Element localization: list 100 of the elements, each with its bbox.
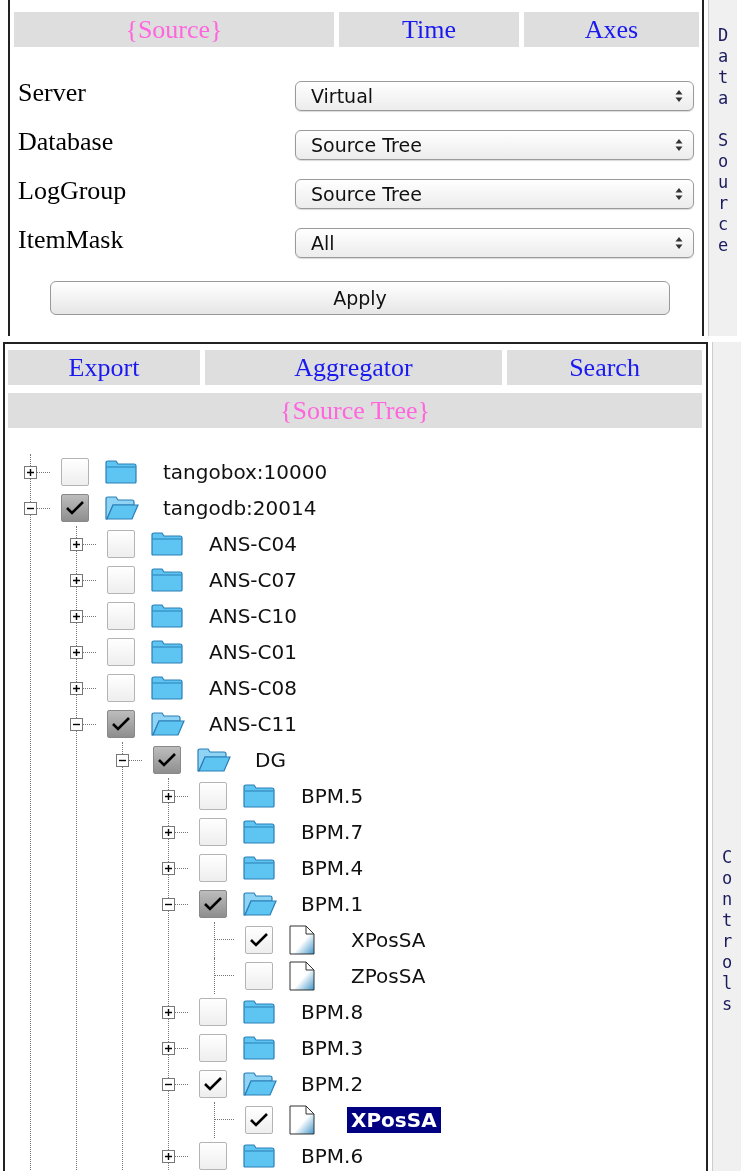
field-label: ItemMask — [17, 224, 125, 255]
open-folder-icon — [105, 496, 139, 520]
checkbox[interactable] — [199, 1034, 227, 1062]
tree-item[interactable]: ANS-C10 — [205, 603, 301, 629]
open-folder-icon — [197, 748, 231, 772]
folder-icon — [151, 640, 183, 664]
tab[interactable]: Time — [339, 12, 519, 47]
file-icon — [289, 925, 315, 955]
folder-icon — [243, 1036, 275, 1060]
tree-item[interactable]: BPM.8 — [297, 999, 368, 1025]
expand-icon[interactable] — [70, 645, 83, 659]
collapse-icon[interactable] — [162, 1077, 175, 1091]
tab[interactable]: Axes — [524, 12, 699, 47]
apply-button[interactable]: Apply — [50, 281, 670, 315]
dropdown[interactable]: Source Tree — [295, 178, 694, 209]
check-icon — [203, 896, 223, 912]
open-folder-icon — [243, 1072, 277, 1096]
open-folder-icon — [151, 712, 185, 736]
folder-icon — [243, 856, 275, 880]
check-icon — [249, 932, 269, 948]
checkbox[interactable] — [107, 710, 135, 738]
tree-item[interactable]: BPM.3 — [297, 1035, 368, 1061]
checkbox[interactable] — [199, 854, 227, 882]
folder-icon — [243, 784, 275, 808]
checkbox[interactable] — [61, 494, 89, 522]
folder-icon — [151, 604, 183, 628]
tree-item[interactable]: DG — [251, 747, 290, 773]
checkbox[interactable] — [199, 1070, 227, 1098]
field-label: Database — [17, 126, 115, 157]
expand-icon[interactable] — [162, 789, 175, 803]
tree-item[interactable]: ANS-C04 — [205, 531, 301, 557]
tree-item[interactable]: tangodb:20014 — [159, 495, 321, 521]
folder-icon — [243, 1144, 275, 1168]
checkbox[interactable] — [61, 458, 89, 486]
check-icon — [157, 752, 177, 768]
check-icon — [203, 1076, 223, 1092]
collapse-icon[interactable] — [162, 897, 175, 911]
collapse-icon[interactable] — [116, 753, 129, 767]
field-label: Server — [17, 77, 87, 108]
checkbox[interactable] — [199, 998, 227, 1026]
dropdown[interactable]: Virtual — [295, 80, 694, 111]
checkbox[interactable] — [199, 818, 227, 846]
checkbox[interactable] — [199, 890, 227, 918]
folder-icon — [105, 460, 137, 484]
tree-item[interactable]: BPM.7 — [297, 819, 368, 845]
tree-item[interactable]: tangobox:10000 — [159, 459, 332, 485]
tree-item[interactable]: ANS-C11 — [205, 711, 301, 737]
expand-icon[interactable] — [162, 1005, 175, 1019]
expand-icon[interactable] — [70, 681, 83, 695]
checkbox[interactable] — [245, 1106, 273, 1134]
tab[interactable]: Search — [507, 350, 703, 385]
tree-item[interactable]: BPM.6 — [297, 1143, 368, 1169]
folder-icon — [151, 532, 183, 556]
expand-icon[interactable] — [70, 537, 83, 551]
expand-icon[interactable] — [70, 573, 83, 587]
checkbox[interactable] — [107, 530, 135, 558]
collapse-icon[interactable] — [70, 717, 83, 731]
expand-icon[interactable] — [162, 1149, 175, 1163]
tree-item[interactable]: XPosSA — [347, 1107, 441, 1133]
collapse-icon[interactable] — [24, 501, 37, 515]
tree-item[interactable]: ZPosSA — [347, 963, 430, 989]
tree-item[interactable]: BPM.4 — [297, 855, 368, 881]
folder-icon — [151, 568, 183, 592]
folder-icon — [243, 820, 275, 844]
updown-arrows-icon — [675, 186, 683, 201]
updown-arrows-icon — [675, 137, 683, 152]
checkbox[interactable] — [107, 674, 135, 702]
updown-arrows-icon — [675, 88, 683, 103]
expand-icon[interactable] — [162, 1041, 175, 1055]
file-icon — [289, 1105, 315, 1135]
checkbox[interactable] — [153, 746, 181, 774]
checkbox[interactable] — [245, 962, 273, 990]
expand-icon[interactable] — [162, 825, 175, 839]
expand-icon[interactable] — [24, 465, 37, 479]
expand-icon[interactable] — [70, 609, 83, 623]
check-icon — [65, 500, 85, 516]
folder-icon — [151, 676, 183, 700]
checkbox[interactable] — [107, 602, 135, 630]
tree-item[interactable]: XPosSA — [347, 927, 430, 953]
check-icon — [111, 716, 131, 732]
tab[interactable]: Export — [8, 350, 200, 385]
checkbox[interactable] — [245, 926, 273, 954]
checkbox[interactable] — [199, 1142, 227, 1170]
tree-item[interactable]: BPM.2 — [297, 1071, 368, 1097]
tree-item[interactable]: ANS-C07 — [205, 567, 301, 593]
tree-item[interactable]: ANS-C08 — [205, 675, 301, 701]
dropdown[interactable]: All — [295, 227, 694, 258]
open-folder-icon — [243, 892, 277, 916]
dropdown[interactable]: Source Tree — [295, 129, 694, 160]
field-label: LogGroup — [17, 175, 128, 206]
tree-item[interactable]: BPM.5 — [297, 783, 368, 809]
checkbox[interactable] — [107, 566, 135, 594]
tree-item[interactable]: BPM.1 — [297, 891, 368, 917]
expand-icon[interactable] — [162, 861, 175, 875]
tab[interactable]: Aggregator — [205, 350, 502, 385]
tree-item[interactable]: ANS-C01 — [205, 639, 301, 665]
checkbox[interactable] — [107, 638, 135, 666]
checkbox[interactable] — [199, 782, 227, 810]
side-tab[interactable]: Controls — [721, 847, 733, 1015]
updown-arrows-icon — [675, 235, 683, 250]
